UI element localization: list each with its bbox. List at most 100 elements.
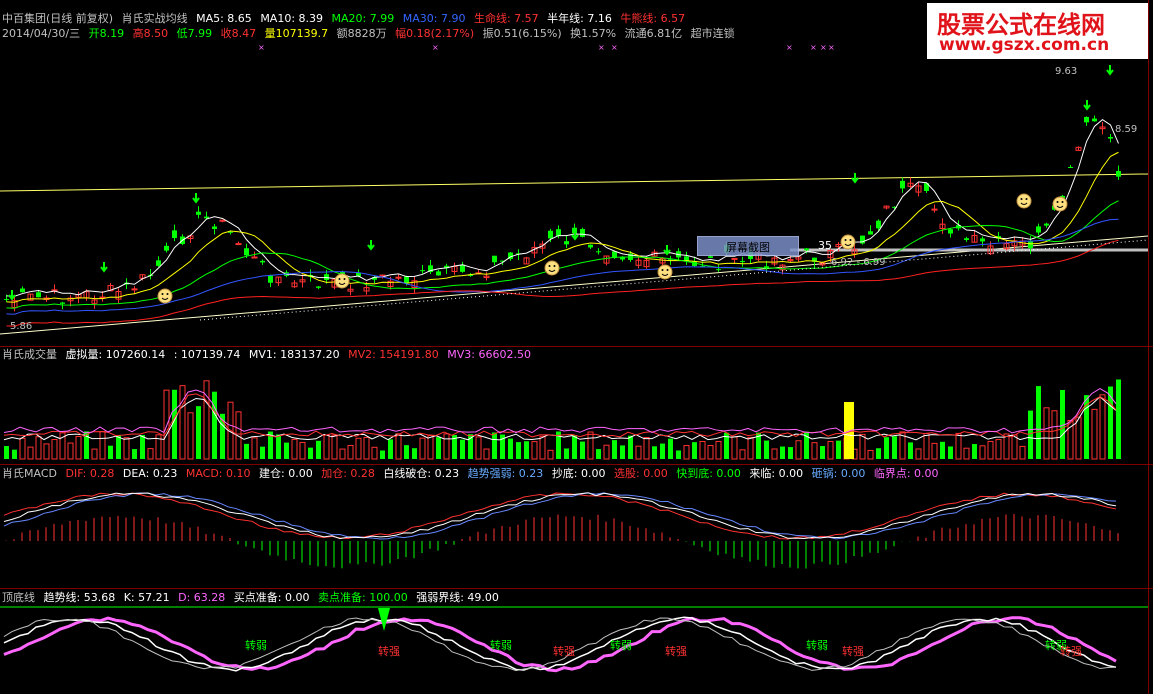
volume-bar [908, 442, 913, 459]
marker-x-icon: × [786, 43, 793, 52]
candle-body [212, 226, 217, 229]
volume-bar [1116, 379, 1121, 459]
screenshot-tag[interactable]: 屏幕截图 [697, 236, 799, 256]
volume-bar [427, 435, 434, 460]
volume-bar [371, 446, 378, 460]
volume-bar [1075, 416, 1082, 460]
volume-bar [948, 446, 953, 459]
watermark-url: www.gszx.com.cn [939, 35, 1110, 55]
volume-bar [620, 445, 625, 459]
down-arrow-icon [663, 245, 671, 256]
price-low-label: 5.86 [10, 321, 33, 332]
candle-body [20, 288, 25, 293]
candle-body [260, 260, 265, 263]
volume-bar [572, 435, 577, 459]
screenshot-tag-number: 35 [818, 239, 832, 252]
marker-x-icon: × [432, 43, 439, 52]
volume-bar [460, 439, 465, 459]
down-arrow-icon [367, 240, 375, 251]
smiley-icon [657, 264, 673, 280]
marker-x-icon: × [828, 43, 835, 52]
volume-chart[interactable] [0, 347, 1153, 464]
smiley-icon [1052, 196, 1068, 212]
marker-x-icon: × [820, 43, 827, 52]
volume-bar [291, 438, 298, 460]
candle-body [1068, 166, 1073, 168]
weak-signal-label: 转弱 [245, 638, 267, 652]
candle-body [420, 270, 425, 272]
volume-bar [539, 435, 546, 460]
volume-bar [995, 439, 1002, 460]
right-axis [1148, 0, 1149, 694]
candle-body [804, 248, 809, 251]
volume-bar [676, 450, 681, 459]
shot-range-label: 6.92 - 6.99 [831, 257, 886, 268]
volume-bar [380, 450, 385, 459]
volume-bar [339, 448, 346, 460]
volume-bar [108, 445, 113, 459]
marker-x-icon: × [598, 43, 605, 52]
candle-body [964, 238, 969, 241]
candle-body [684, 256, 689, 261]
volume-bar [859, 433, 866, 460]
site-watermark: 股票公式在线网 www.gszx.com.cn [927, 3, 1148, 59]
volume-bar [596, 449, 601, 459]
candle-body [156, 260, 161, 266]
down-arrow-icon [1083, 100, 1091, 111]
volume-pane[interactable]: 肖氏成交量 虚拟量: 107260.14 : 107139.74 MV1: 18… [0, 347, 1153, 464]
volume-bar [1091, 408, 1098, 460]
candle-body [395, 276, 402, 279]
kdj-chart[interactable]: 转弱 转弱 转弱 转弱 转弱转强 转强 转强 转强 转强 [0, 589, 1153, 694]
volume-bar [580, 441, 585, 459]
strong-signal-label: 转强 [553, 644, 575, 658]
volume-bar [972, 444, 977, 459]
volume-bar [707, 445, 714, 460]
strong-signal-label: 转强 [1060, 644, 1082, 658]
volume-bar [827, 440, 834, 460]
candle-body [740, 260, 745, 263]
volume-bar [731, 436, 738, 460]
smiley-eye [161, 293, 164, 295]
volume-bar [475, 436, 482, 460]
volume-bar [795, 440, 802, 460]
strong-signal-label: 转强 [665, 644, 687, 658]
volume-bar [187, 412, 194, 460]
macd-pane[interactable]: 肖氏MACD DIF: 0.28 DEA: 0.23 MACD: 0.10 建仓… [0, 465, 1153, 588]
volume-bar [179, 385, 186, 460]
volume-bar [412, 448, 417, 459]
volume-bar [643, 436, 650, 460]
smiley-eye [661, 269, 664, 271]
kdj-pane[interactable]: 顶底线 趋势线: 53.68 K: 57.21 D: 63.28 买点准备: 0… [0, 589, 1153, 694]
volume-bar [1019, 445, 1026, 460]
volume-bar [1051, 410, 1058, 460]
candle-body [1108, 137, 1113, 139]
volume-bar [12, 449, 17, 459]
candle-body [588, 244, 593, 248]
volume-bar [123, 437, 130, 460]
volume-bar [299, 441, 306, 460]
volume-bar [876, 448, 881, 459]
price-high-label: 9.63 [1055, 66, 1078, 77]
volume-bar [1011, 434, 1018, 460]
volume-bar [1003, 433, 1010, 460]
volume-bar [43, 443, 50, 460]
volume-bar [668, 438, 673, 459]
candle-body [948, 229, 953, 234]
volume-bar [884, 437, 889, 459]
macd-chart[interactable] [0, 465, 1153, 588]
volume-bar [699, 440, 706, 460]
volume-bar [516, 442, 521, 459]
volume-bar [251, 437, 258, 460]
down-arrow-icon [192, 193, 200, 204]
volume-bar [276, 434, 281, 459]
volume-bar [820, 446, 825, 459]
volume-bar [308, 447, 313, 459]
volume-bar [836, 440, 841, 459]
volume-bar [67, 442, 74, 460]
smiley-eye [548, 265, 551, 267]
volume-bar [99, 430, 106, 460]
volume-bar [323, 434, 330, 460]
candle-body [708, 256, 713, 258]
volume-bar-highlight [844, 402, 854, 459]
volume-bar [739, 449, 746, 460]
